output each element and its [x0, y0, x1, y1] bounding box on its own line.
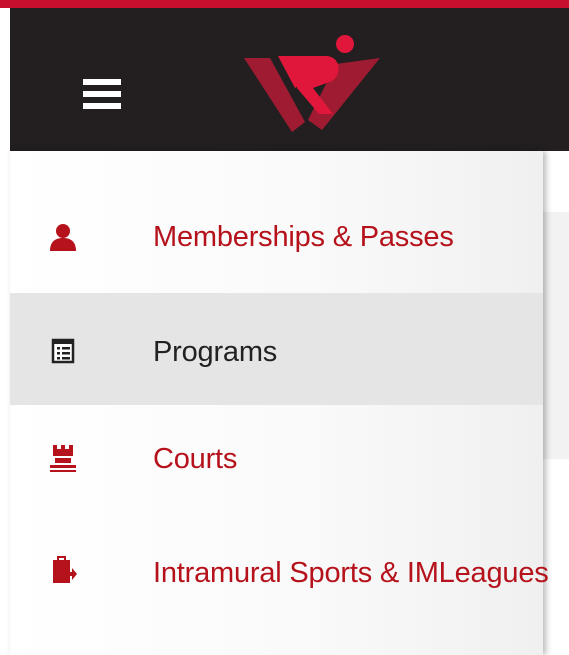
menu-item-intramural[interactable]: Intramural Sports & IMLeagues [10, 517, 549, 629]
hamburger-line [83, 103, 121, 109]
hamburger-menu-icon[interactable] [72, 67, 132, 117]
page: Memberships & Passes Programs Courts Int… [0, 0, 569, 655]
background-content-panel [543, 212, 569, 459]
menu-item-memberships[interactable]: Memberships & Passes [10, 183, 543, 295]
person-icon [50, 224, 76, 251]
menu-item-label: Programs [153, 336, 278, 368]
menu-item-courts[interactable]: Courts [10, 405, 543, 517]
menu-item-label: Intramural Sports & IMLeagues [153, 557, 549, 589]
hamburger-line [83, 79, 121, 85]
menu-item-programs[interactable]: Programs [10, 293, 543, 405]
menu-item-label: Courts [153, 443, 238, 475]
top-accent-bar [0, 0, 569, 8]
navigation-drawer: Memberships & Passes Programs Courts Int… [10, 151, 549, 655]
logo-dot [336, 35, 354, 53]
brand-logo[interactable] [240, 30, 390, 140]
hamburger-line [83, 91, 121, 97]
clipboard-icon [53, 556, 77, 583]
menu-item-label: Memberships & Passes [153, 221, 454, 253]
list-icon [51, 338, 75, 364]
court-icon [50, 445, 76, 472]
